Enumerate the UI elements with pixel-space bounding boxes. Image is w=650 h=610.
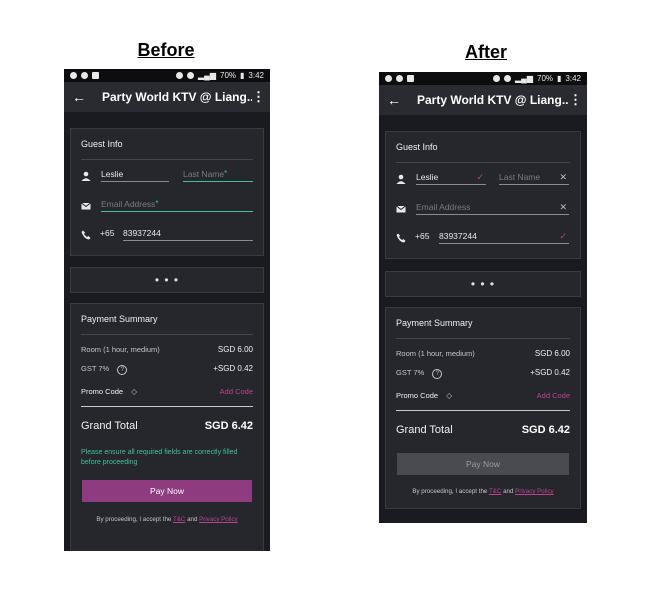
person-icon [81, 171, 91, 181]
gst-label: GST 7% ? [81, 364, 128, 375]
payment-summary-card: Payment Summary Room (1 hour, medium) SG… [385, 307, 581, 509]
promo-code-label: Promo Code ◇ [81, 387, 137, 396]
before-phone-screen: ▂▄▆ 70% ▮ 3:42 ← Party World KTV @ Liang… [64, 69, 270, 551]
collapsed-section[interactable]: • • • [70, 267, 264, 293]
tc-link[interactable]: T&C [173, 516, 185, 523]
last-name-field[interactable]: Last Name* [183, 169, 253, 182]
back-arrow-icon[interactable]: ← [72, 89, 88, 105]
room-label: Room (1 hour, medium) [81, 345, 160, 354]
privacy-policy-link[interactable]: Privacy Policy [515, 488, 554, 495]
divider [396, 162, 570, 163]
promo-code-label: Promo Code ◇ [396, 391, 452, 400]
guest-info-title: Guest Info [81, 139, 123, 149]
signal-icon: ▂▄▆ [515, 74, 533, 83]
divider [81, 334, 253, 335]
ellipsis: • • • [470, 277, 496, 291]
after-phone-screen: ▂▄▆ 70% ▮ 3:42 ← Party World KTV @ Liang… [379, 72, 587, 523]
add-code-link[interactable]: Add Code [537, 391, 570, 400]
terms-text: By proceeding, I accept the T&C and Priv… [96, 516, 238, 523]
collapsed-section[interactable]: • • • [385, 271, 581, 297]
payment-summary-card: Payment Summary Room (1 hour, medium) SG… [70, 303, 264, 551]
phone-icon [81, 230, 91, 240]
before-caption: Before [137, 40, 195, 60]
terms-text: By proceeding, I accept the T&C and Priv… [412, 488, 554, 495]
image-icon [407, 75, 414, 82]
gst-value: +SGD 0.42 [530, 368, 570, 377]
validation-warning: Please ensure all required fields are co… [81, 449, 238, 466]
last-name-field[interactable]: Last Name ✕ [499, 172, 569, 185]
hand-icon [396, 75, 403, 82]
pay-now-button[interactable]: Pay Now [82, 480, 252, 502]
guest-info-title: Guest Info [396, 142, 438, 152]
total-divider [81, 406, 253, 407]
gst-label: GST 7% ? [396, 368, 443, 379]
first-name-field[interactable]: Leslie ✓ [416, 172, 486, 185]
phone-field[interactable]: 83937244 ✓ [439, 231, 569, 244]
clock: 3:42 [565, 74, 581, 83]
battery-icon: ▮ [557, 74, 562, 83]
app-bar: ← Party World KTV @ Liang... ⋮ [64, 82, 270, 112]
hand-icon [81, 72, 88, 79]
first-name-field[interactable]: Leslie [101, 169, 169, 182]
battery-percent: 70% [537, 74, 554, 83]
valid-check-icon: ✓ [559, 231, 567, 241]
add-code-link[interactable]: Add Code [220, 387, 253, 396]
person-icon [396, 174, 406, 184]
divider [396, 338, 570, 339]
gst-value: +SGD 0.42 [213, 364, 253, 373]
ellipsis: • • • [154, 273, 180, 287]
battery-icon: ▮ [240, 71, 245, 80]
status-bar: ▂▄▆ 70% ▮ 3:42 [379, 72, 587, 85]
notification-icon [70, 72, 77, 79]
app-bar: ← Party World KTV @ Liang... ⋮ [379, 85, 587, 115]
guest-info-card: Guest Info Leslie Last Name* Email Addre… [70, 128, 264, 256]
grand-total-label: Grand Total [81, 420, 138, 432]
more-vert-icon[interactable]: ⋮ [252, 89, 265, 105]
sync-icon [493, 75, 501, 82]
location-icon [504, 75, 512, 82]
phone-icon [396, 233, 406, 243]
grand-total-value: SGD 6.42 [521, 424, 570, 436]
country-code: +65 [100, 228, 115, 238]
email-icon [396, 205, 406, 213]
grand-total-label: Grand Total [396, 424, 453, 436]
email-field[interactable]: Email Address* [101, 199, 253, 212]
status-bar: ▂▄▆ 70% ▮ 3:42 [64, 69, 270, 82]
divider [81, 159, 253, 160]
phone-field[interactable]: 83937244 [123, 228, 253, 241]
room-label: Room (1 hour, medium) [396, 349, 475, 358]
email-field[interactable]: Email Address ✕ [416, 202, 569, 215]
country-code: +65 [415, 231, 430, 241]
page-title: Party World KTV @ Liang... [102, 90, 252, 104]
help-icon[interactable]: ? [117, 365, 128, 375]
tc-link[interactable]: T&C [489, 488, 501, 495]
payment-summary-title: Payment Summary [81, 314, 158, 324]
help-icon[interactable]: ? [432, 369, 443, 379]
privacy-policy-link[interactable]: Privacy Policy [199, 516, 238, 523]
email-icon [81, 202, 91, 210]
clock: 3:42 [248, 71, 264, 80]
battery-percent: 70% [220, 71, 237, 80]
after-caption: After [464, 42, 507, 62]
payment-summary-title: Payment Summary [396, 318, 473, 328]
pay-now-button-disabled[interactable]: Pay Now [397, 453, 569, 475]
tag-icon: ◇ [131, 387, 137, 396]
tag-icon: ◇ [446, 391, 452, 400]
room-value: SGD 6.00 [534, 349, 570, 358]
invalid-x-icon: ✕ [559, 172, 567, 182]
signal-icon: ▂▄▆ [198, 71, 216, 80]
invalid-x-icon: ✕ [559, 202, 567, 212]
total-divider [396, 410, 570, 411]
notification-icon [385, 75, 392, 82]
page-title: Party World KTV @ Liang... [417, 93, 569, 107]
valid-check-icon: ✓ [476, 172, 484, 182]
grand-total-value: SGD 6.42 [204, 420, 253, 432]
more-vert-icon[interactable]: ⋮ [569, 92, 582, 108]
location-icon [187, 72, 195, 79]
sync-icon [176, 72, 184, 79]
back-arrow-icon[interactable]: ← [387, 92, 403, 108]
image-icon [92, 72, 99, 79]
room-value: SGD 6.00 [217, 345, 253, 354]
guest-info-card: Guest Info Leslie ✓ Last Name ✕ Email Ad… [385, 131, 581, 259]
